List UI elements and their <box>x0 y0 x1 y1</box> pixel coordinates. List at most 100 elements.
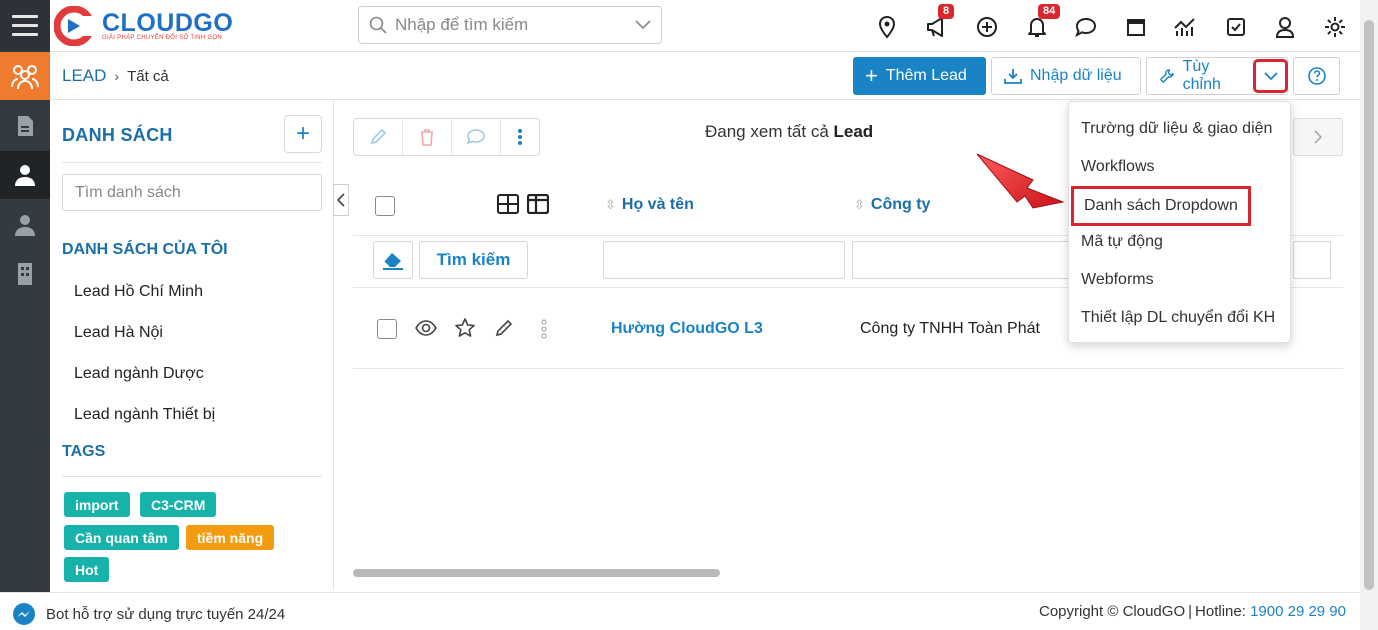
help-button[interactable] <box>1293 57 1340 95</box>
plus-icon: + <box>865 63 878 88</box>
rail-contact-icon[interactable] <box>0 151 50 199</box>
grid-view-icon[interactable] <box>497 194 519 219</box>
megaphone-badge: 8 <box>938 4 955 19</box>
clear-filter-button[interactable] <box>373 241 413 279</box>
plus-circle-icon[interactable] <box>974 14 1000 40</box>
chevron-right-icon <box>1314 130 1322 144</box>
customize-dropdown-menu: Trường dữ liệu & giao diện Workflows Dan… <box>1068 101 1291 343</box>
filter-extra-input[interactable] <box>1293 241 1331 279</box>
report-icon[interactable] <box>1172 14 1198 40</box>
tag-hot[interactable]: Hot <box>64 557 110 582</box>
customize-label: Tùy chỉnh <box>1182 58 1221 93</box>
checkbox-icon[interactable] <box>1223 14 1249 40</box>
user-icon[interactable] <box>1272 14 1298 40</box>
list-search-input[interactable]: Tìm danh sách <box>62 174 322 211</box>
help-icon <box>1307 67 1326 85</box>
rail-leads-icon[interactable] <box>0 52 50 100</box>
top-header: CLOUDGO GIẢI PHÁP CHUYỂN ĐỔI SỐ TINH GỌN… <box>50 0 1360 52</box>
breadcrumb-current: Tất cả <box>127 67 169 85</box>
calendar-icon[interactable] <box>1123 14 1149 40</box>
column-header-company[interactable]: ⇳ Công ty <box>854 196 930 214</box>
menu-item-fields-layout[interactable]: Trường dữ liệu & giao diện <box>1081 120 1272 138</box>
column-header-label: Họ và tên <box>621 196 694 213</box>
lead-name-link[interactable]: Hường CloudGO L3 <box>611 320 763 338</box>
customize-dropdown-toggle[interactable] <box>1253 59 1288 93</box>
list-sidebar: DANH SÁCH + Tìm danh sách DANH SÁCH CỦA … <box>50 100 334 590</box>
menu-hamburger-icon[interactable] <box>0 0 50 50</box>
filter-company-input[interactable] <box>852 241 1072 279</box>
location-icon[interactable] <box>874 14 900 40</box>
column-header-label: Công ty <box>870 196 931 213</box>
rail-document-icon[interactable] <box>0 102 50 150</box>
import-data-button[interactable]: Nhập dữ liệu <box>991 57 1141 95</box>
add-lead-label: Thêm Lead <box>885 67 967 84</box>
sidebar-list-item[interactable]: Lead Hồ Chí Minh <box>74 283 203 301</box>
rail-team-icon[interactable] <box>0 201 50 249</box>
edit-icon[interactable] <box>354 119 403 155</box>
divider <box>62 476 322 477</box>
messenger-icon <box>13 603 35 625</box>
chevron-down-icon <box>1263 71 1278 80</box>
edit-icon[interactable] <box>494 318 514 343</box>
sort-icon: ⇳ <box>605 197 616 212</box>
divider <box>62 162 322 163</box>
tag-import[interactable]: import <box>64 492 130 517</box>
select-all-checkbox[interactable] <box>375 196 395 216</box>
comment-icon[interactable] <box>452 119 501 155</box>
next-page-button[interactable] <box>1293 118 1343 156</box>
star-icon[interactable] <box>454 317 476 344</box>
sidebar-list-item[interactable]: Lead ngành Dược <box>74 365 204 383</box>
more-vertical-icon[interactable] <box>501 119 539 155</box>
eraser-icon <box>383 253 403 270</box>
breadcrumb-bar: LEAD › Tất cả + Thêm Lead Nhập dữ liệu T… <box>50 52 1360 100</box>
menu-item-webforms[interactable]: Webforms <box>1081 271 1154 289</box>
divider <box>353 368 1343 369</box>
rail-building-icon[interactable] <box>0 250 50 298</box>
more-vertical-icon[interactable] <box>541 319 547 344</box>
bulk-actions-group <box>353 118 540 156</box>
tag-c3-crm[interactable]: C3-CRM <box>140 492 217 517</box>
sidebar-list-item[interactable]: Lead ngành Thiết bị <box>74 406 215 424</box>
left-rail <box>0 0 50 592</box>
bell-badge: 84 <box>1038 4 1061 19</box>
add-list-button[interactable]: + <box>284 115 322 153</box>
menu-item-dropdown-lists[interactable]: Danh sách Dropdown <box>1071 186 1251 226</box>
cloudgo-logo[interactable]: CLOUDGO GIẢI PHÁP CHUYỂN ĐỔI SỐ TINH GỌN <box>54 4 233 48</box>
add-lead-button[interactable]: + Thêm Lead <box>853 57 986 95</box>
cloudgo-logo-mark-icon <box>54 6 98 46</box>
chat-icon[interactable] <box>1073 14 1099 40</box>
tag-can-quan-tam[interactable]: Cần quan tâm <box>64 525 179 550</box>
menu-item-auto-numbering[interactable]: Mã tự động <box>1081 233 1163 251</box>
filter-name-input[interactable] <box>603 241 845 279</box>
megaphone-icon[interactable]: 8 <box>924 4 955 40</box>
gear-icon[interactable] <box>1322 14 1348 40</box>
menu-item-conversion-settings[interactable]: Thiết lập DL chuyển đổi KH <box>1081 309 1275 327</box>
column-view-icon[interactable] <box>526 193 550 219</box>
logo-brand-text: CLOUDGO <box>102 9 234 37</box>
import-data-label: Nhập dữ liệu <box>1030 67 1122 84</box>
copyright-text: Copyright © CloudGO <box>1039 603 1186 620</box>
horizontal-scrollbar[interactable] <box>353 569 720 577</box>
sort-icon: ⇳ <box>854 197 865 212</box>
sidebar-list-item[interactable]: Lead Hà Nội <box>74 324 163 342</box>
breadcrumb-module[interactable]: LEAD <box>62 66 106 86</box>
chat-support[interactable]: Bot hỗ trợ sử dụng trực tuyến 24/24 <box>12 602 285 626</box>
vertical-scrollbar-thumb[interactable] <box>1364 20 1374 590</box>
footer: Bot hỗ trợ sử dụng trực tuyến 24/24 Copy… <box>0 592 1360 630</box>
tag-tiem-nang[interactable]: tiềm năng <box>186 525 275 550</box>
global-search-input[interactable]: Nhập để tìm kiếm <box>358 6 662 44</box>
filter-search-button[interactable]: Tìm kiếm <box>419 241 528 279</box>
row-checkbox[interactable] <box>377 319 397 339</box>
my-lists-title: DANH SÁCH CỦA TÔI <box>62 241 228 258</box>
breadcrumb: LEAD › Tất cả <box>62 66 169 86</box>
column-header-name[interactable]: ⇳ Họ và tên <box>605 196 694 214</box>
hotline-number[interactable]: 1900 29 29 90 <box>1250 603 1346 620</box>
eye-icon[interactable] <box>415 319 437 342</box>
viewing-module: Lead <box>833 122 874 141</box>
trash-icon[interactable] <box>403 119 452 155</box>
search-placeholder: Nhập để tìm kiếm <box>395 15 529 34</box>
vertical-scrollbar[interactable] <box>1360 0 1378 630</box>
chevron-down-icon[interactable] <box>635 20 651 30</box>
bell-icon[interactable]: 84 <box>1024 4 1061 40</box>
menu-item-workflows[interactable]: Workflows <box>1081 158 1155 176</box>
